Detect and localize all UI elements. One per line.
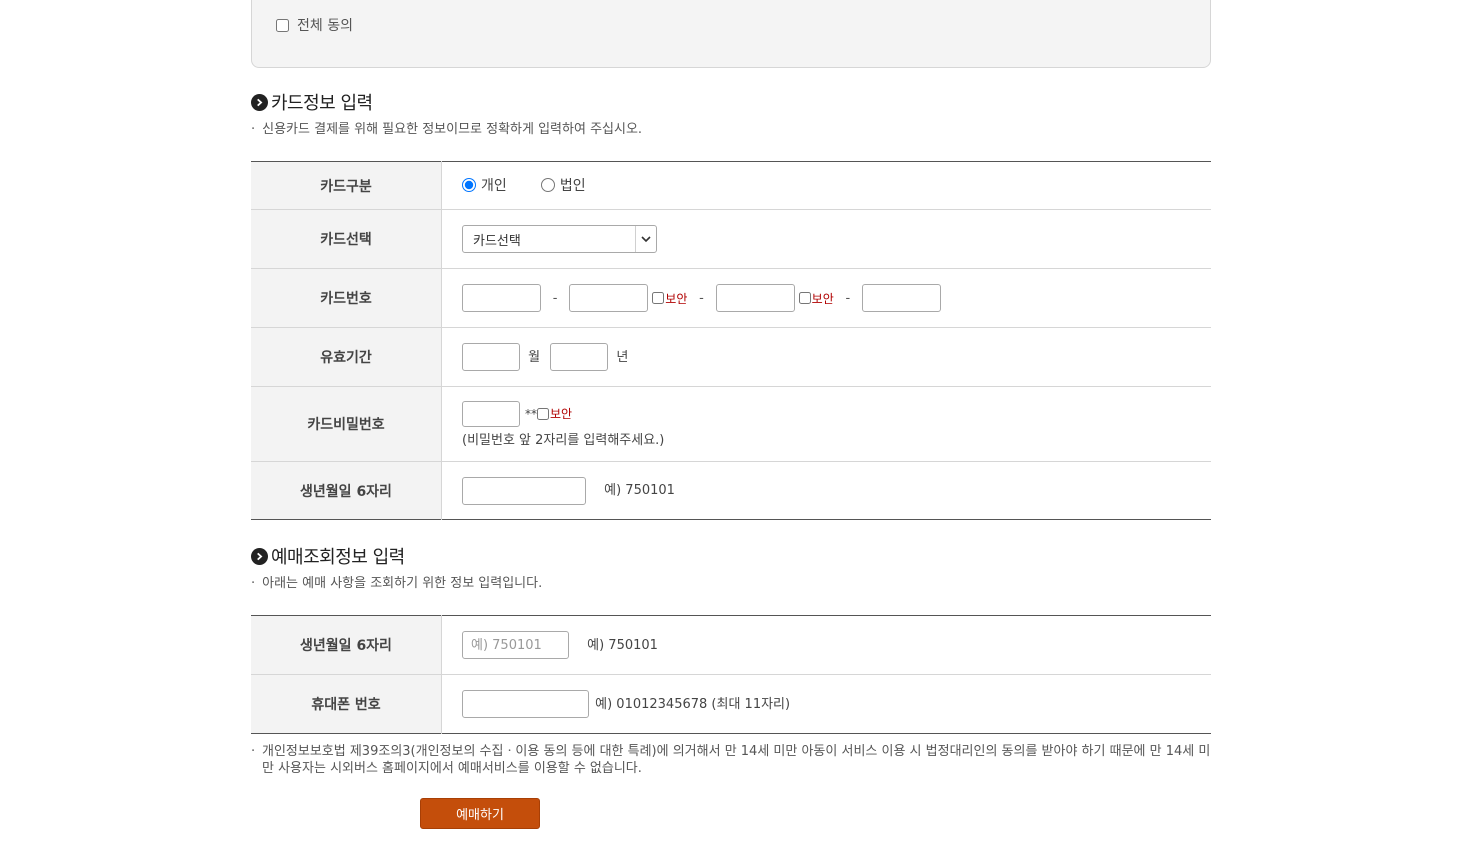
year-unit: 년	[616, 349, 629, 365]
card-type-personal[interactable]: 개인	[462, 175, 507, 195]
secure-checkbox-password[interactable]	[537, 407, 549, 420]
dash-separator: -	[845, 290, 851, 306]
minor-notice-text: 개인정보보호법 제39조의3(개인정보의 수집ㆍ이용 동의 등에 대한 특례)에…	[262, 744, 1211, 776]
agreement-box: 전체 동의	[251, 0, 1211, 68]
card-password-input[interactable]	[462, 400, 520, 427]
card-select-row: 카드선택 카드선택	[251, 209, 1211, 269]
lookup-info-table: 생년월일 6자리 예) 750101 휴대폰 번호 예) 01012345678…	[251, 615, 1211, 734]
chevron-right-circle-icon	[251, 547, 268, 565]
bullet: ·	[251, 122, 256, 137]
dash-separator: -	[699, 290, 704, 306]
lookup-birth-example: 예) 750101	[587, 637, 658, 653]
card-type-personal-radio[interactable]	[462, 178, 476, 192]
chevron-right-circle-icon	[251, 93, 268, 111]
secure-toggle-password[interactable]: 보안	[537, 405, 572, 422]
lookup-section-title: 예매조회정보 입력	[251, 543, 405, 569]
phone-example: 예) 01012345678 (최대 11자리)	[595, 696, 791, 712]
card-select-value: 카드선택	[473, 233, 521, 249]
lookup-birth-row: 생년월일 6자리 예) 750101	[251, 615, 1211, 675]
card-number-row: 카드번호 - 보안 - 보안 -	[251, 268, 1211, 328]
birth-label: 생년월일 6자리	[251, 461, 442, 520]
card-number-input-2[interactable]	[569, 284, 649, 312]
expiry-label: 유효기간	[251, 327, 442, 387]
password-hint: (비밀번호 앞 2자리를 입력해주세요.)	[462, 432, 665, 448]
card-type-label: 카드구분	[251, 161, 442, 210]
card-number-input-4[interactable]	[862, 284, 942, 312]
birth-example: 예) 750101	[604, 483, 675, 498]
card-number-input-1[interactable]	[462, 284, 541, 312]
secure-toggle-3[interactable]: 보안	[798, 290, 834, 307]
card-section-title: 카드정보 입력	[251, 89, 373, 115]
card-password-label: 카드비밀번호	[251, 386, 442, 462]
expiry-row: 유효기간 월 년	[251, 327, 1211, 387]
agree-all-label: 전체 동의	[297, 18, 353, 34]
card-section-desc: · 신용카드 결제를 위해 필요한 정보이므로 정확하게 입력하여 주십시오.	[251, 122, 643, 137]
secure-toggle-2[interactable]: 보안	[652, 290, 687, 307]
bullet: ·	[251, 576, 256, 591]
card-select-label: 카드선택	[251, 209, 442, 269]
minor-notice: · 개인정보보호법 제39조의3(개인정보의 수집ㆍ이용 동의 등에 대한 특례…	[251, 743, 1211, 777]
month-unit: 월	[528, 349, 541, 365]
lookup-section-heading: 예매조회정보 입력	[271, 547, 405, 568]
birth-row: 생년월일 6자리 예) 750101	[251, 461, 1211, 520]
lookup-birth-label: 생년월일 6자리	[251, 615, 442, 675]
agree-all-checkbox-row[interactable]: 전체 동의	[276, 15, 353, 35]
card-type-corporate-radio[interactable]	[540, 178, 555, 192]
secure-checkbox-2[interactable]	[652, 292, 665, 304]
secure-checkbox-3[interactable]	[798, 292, 811, 304]
lookup-section-desc: · 아래는 예매 사항을 조회하기 위한 정보 입력입니다.	[251, 576, 543, 591]
card-select-dropdown[interactable]: 카드선택	[462, 225, 657, 253]
agree-all-checkbox[interactable]	[276, 18, 289, 32]
birth-input[interactable]	[462, 476, 586, 505]
chevron-down-icon	[635, 226, 656, 252]
password-mask: **	[525, 406, 537, 421]
card-password-row: 카드비밀번호 ** 보안 (비밀번호 앞 2자리를 입력해주세요.)	[251, 386, 1211, 462]
card-number-label: 카드번호	[251, 268, 442, 328]
reserve-button[interactable]: 예매하기	[420, 798, 540, 829]
phone-input[interactable]	[462, 690, 589, 718]
card-info-table: 카드구분 개인 법인 카드선택 카드선택 카드번호 - 보안 - 보안 - 유효…	[251, 161, 1211, 520]
lookup-birth-input[interactable]	[462, 631, 569, 659]
card-type-corporate[interactable]: 법인	[540, 175, 586, 195]
card-number-input-3[interactable]	[715, 284, 795, 312]
card-section-heading: 카드정보 입력	[271, 93, 373, 114]
card-type-row: 카드구분 개인 법인	[251, 161, 1211, 210]
expiry-month-input[interactable]	[462, 343, 520, 371]
dash-separator: -	[552, 290, 558, 306]
phone-label: 휴대폰 번호	[251, 674, 442, 734]
expiry-year-input[interactable]	[550, 343, 609, 371]
bullet: ·	[251, 744, 256, 759]
phone-row: 휴대폰 번호 예) 01012345678 (최대 11자리)	[251, 674, 1211, 734]
